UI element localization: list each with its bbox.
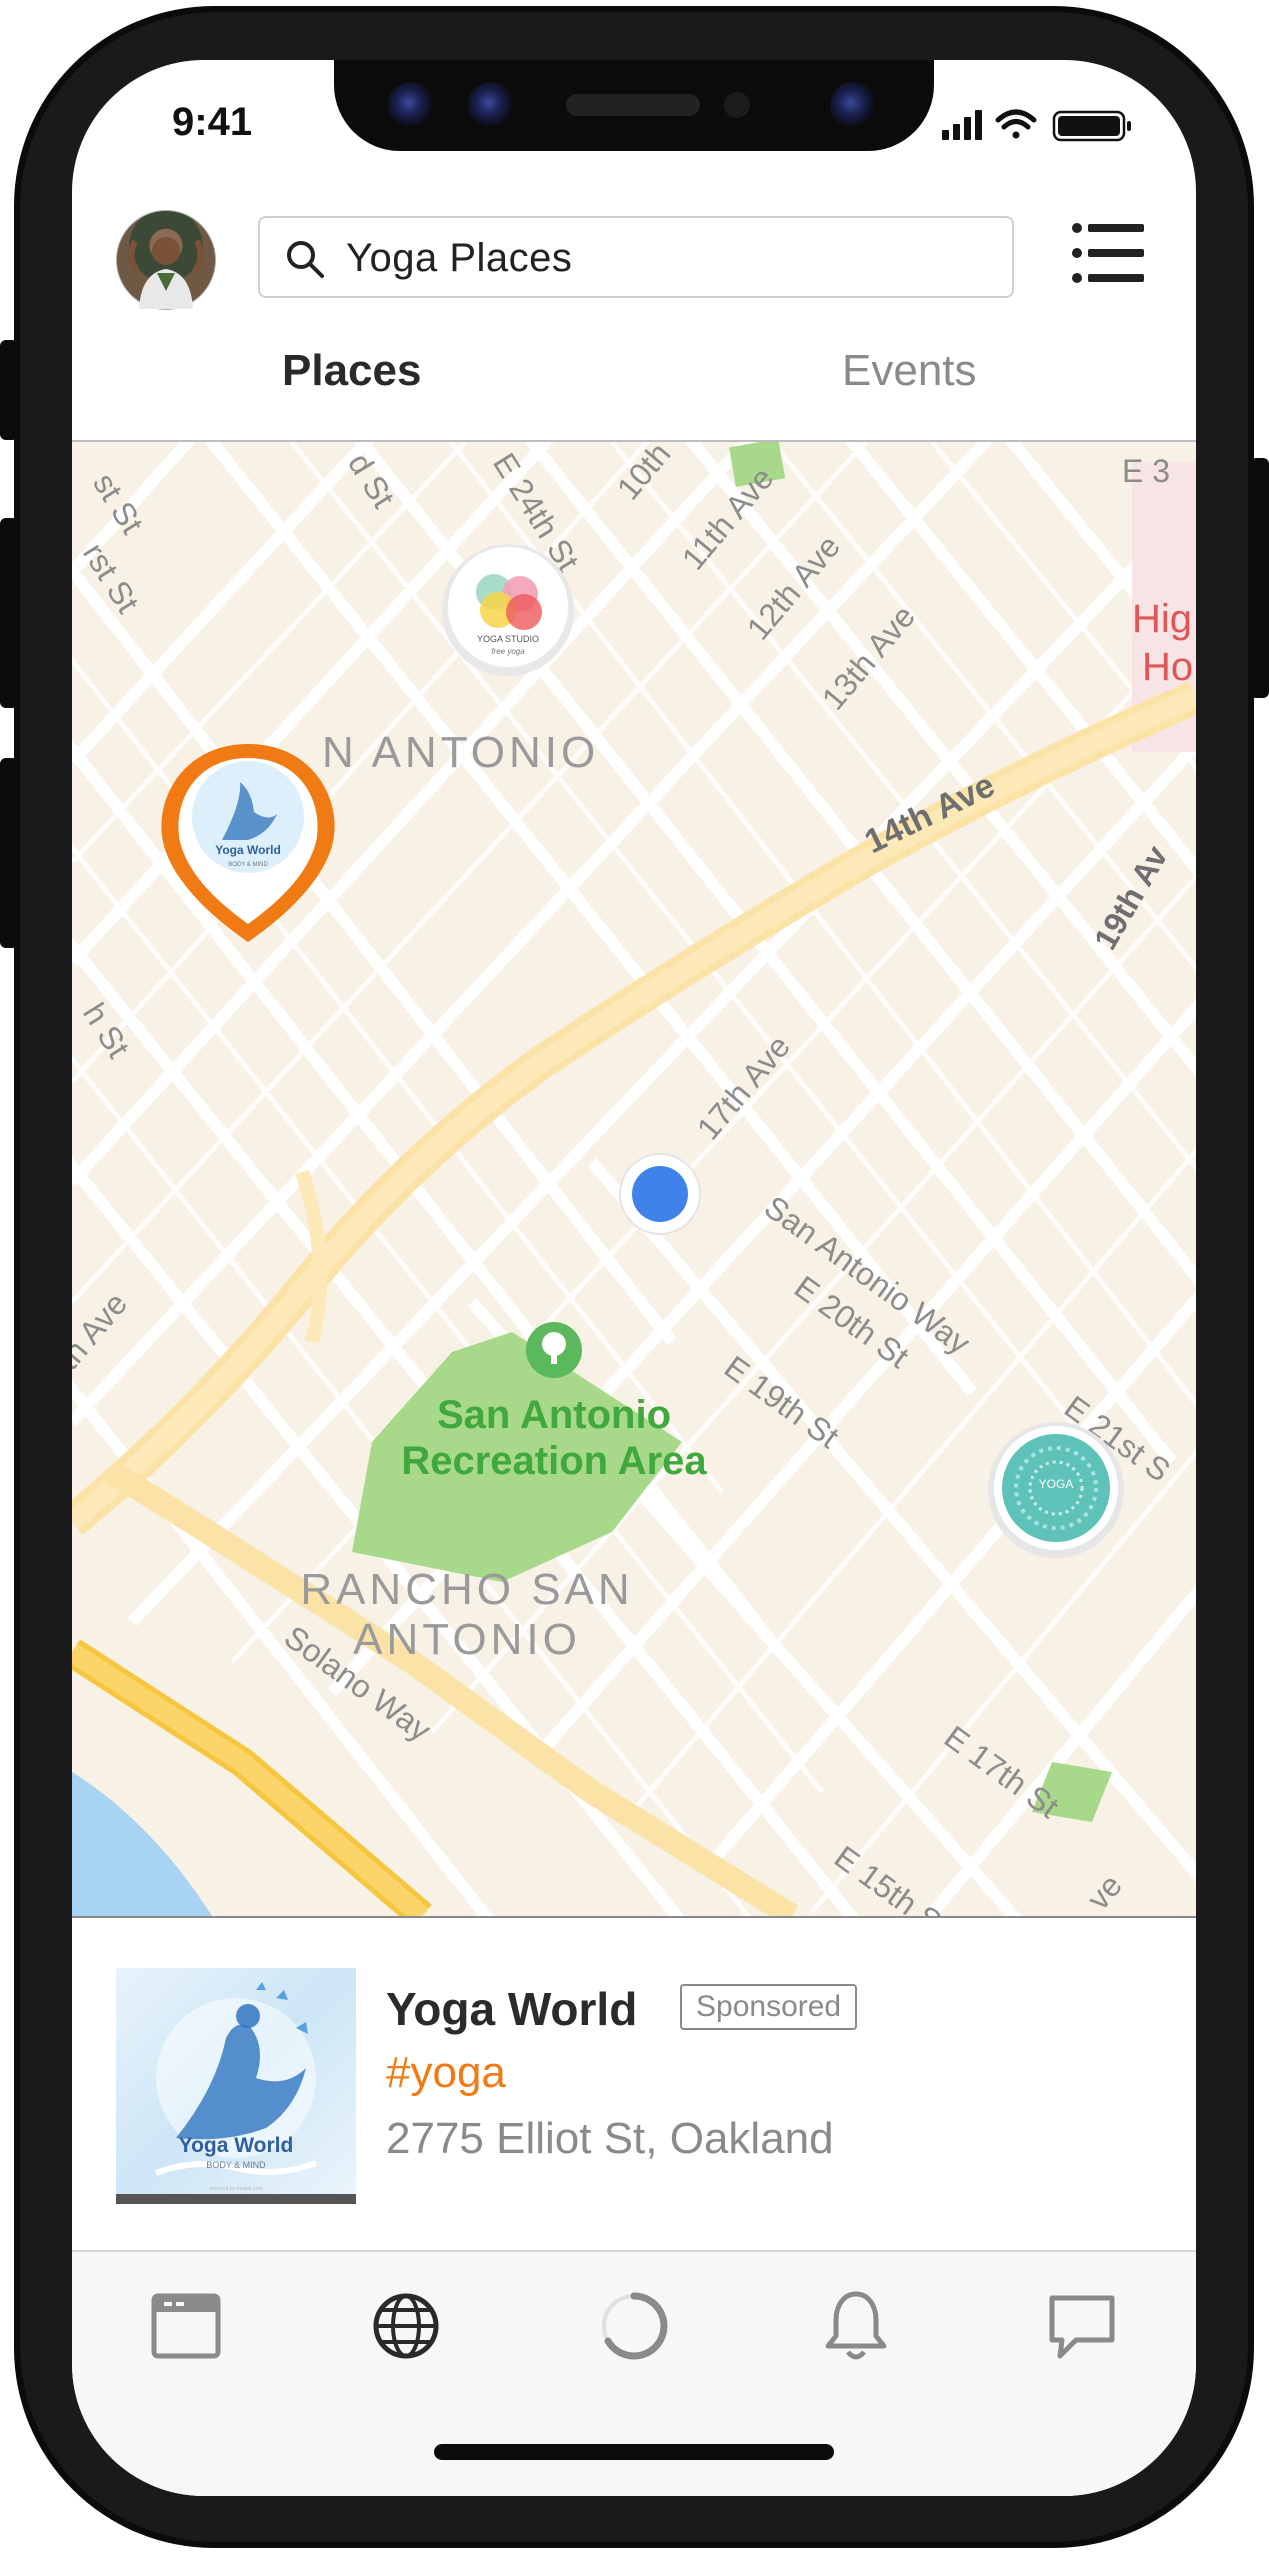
svg-text:San Antonio: San Antonio [437,1393,671,1437]
svg-text:YOGA: YOGA [1039,1477,1074,1491]
place-card[interactable]: Yoga World BODY & MIND selected by freep… [72,1916,1196,2228]
svg-text:Recreation Area: Recreation Area [401,1439,707,1483]
svg-text:Yoga World: Yoga World [215,843,281,857]
notch [334,60,934,151]
neighborhood-label: RANCHO SAN [300,1565,633,1614]
map-canvas: st St rst St d St E 24th St 10th 11th Av… [72,442,1196,1916]
card-image-footer: selected by freepik.com [210,2186,263,2192]
svg-text:Hig: Hig [1132,597,1192,641]
yoga-pose-illustration: Yoga World BODY & MIND selected by freep… [154,1982,318,2192]
volume-up-button [0,518,18,708]
tab-places[interactable]: Places [282,346,421,396]
street-label: 17th Ave [690,1028,797,1146]
chat-bubble-icon[interactable] [1042,2286,1122,2366]
status-time: 9:41 [172,100,253,144]
svg-text:free yoga: free yoga [491,647,525,656]
svg-text:YOGA STUDIO: YOGA STUDIO [477,634,539,644]
battery-icon [1052,110,1131,142]
sponsored-badge: Sponsored [680,1984,858,2030]
street-label: rst St [76,537,146,619]
globe-icon[interactable] [366,2286,446,2366]
status-icons [942,109,1131,142]
bell-icon[interactable] [816,2286,896,2366]
neighborhood-label: ANTONIO [353,1615,581,1664]
place-tag[interactable]: #yoga [386,2048,506,2098]
sensor [468,82,514,128]
avatar[interactable] [116,210,216,310]
water-area [72,1772,212,1916]
street-label: E 3 [1122,453,1170,489]
card-image-subtitle: BODY & MIND [206,2160,266,2170]
neighborhood-label: N ANTONIO [322,728,599,777]
svg-text:Ho: Ho [1142,645,1193,689]
street-label: E 19th St [718,1349,846,1456]
browser-window-icon[interactable] [146,2286,226,2366]
proximity-sensor [724,92,750,118]
silent-switch [0,340,18,440]
power-button [1250,458,1269,698]
street-label: 12th Ave [740,528,847,646]
front-camera [388,82,434,128]
loading-ring-icon[interactable] [594,2286,674,2366]
face-id-camera [830,82,876,128]
teal-yoga-marker[interactable]: YOGA [988,1422,1124,1558]
park-tree-icon [526,1322,582,1378]
yoga-studio-marker[interactable]: YOGA STUDIO free yoga [442,544,574,676]
card-image-title: Yoga World [179,2134,294,2157]
home-indicator[interactable] [434,2444,834,2460]
segment-tabs: Places Events [72,332,1196,442]
volume-down-button [0,758,18,948]
street-label: ve [1080,1867,1129,1916]
cellular-signal-icon [942,110,982,140]
search-input[interactable]: Yoga Places [346,236,572,281]
tab-events[interactable]: Events [842,346,977,396]
svg-text:BODY & MIND: BODY & MIND [228,862,268,868]
speaker [566,94,700,116]
yoga-world-pin-marker[interactable]: Yoga World BODY & MIND [161,744,335,942]
user-location-dot [619,1153,701,1235]
screen: 9:41 Yoga Places Places Events st St rst… [72,60,1196,2496]
search-icon [287,241,324,278]
place-address: 2775 Elliot St, Oakland [386,2114,834,2163]
avatar-person-icon [128,237,204,309]
wifi-icon [995,109,1037,139]
list-menu-icon[interactable] [1072,222,1144,284]
place-card-image: Yoga World BODY & MIND selected by freep… [116,1968,356,2204]
map-view[interactable]: st St rst St d St E 24th St 10th 11th Av… [72,442,1196,1916]
search-bar[interactable]: Yoga Places [258,216,1014,298]
place-title: Yoga World [386,1983,638,2035]
header: Yoga Places [72,200,1196,310]
